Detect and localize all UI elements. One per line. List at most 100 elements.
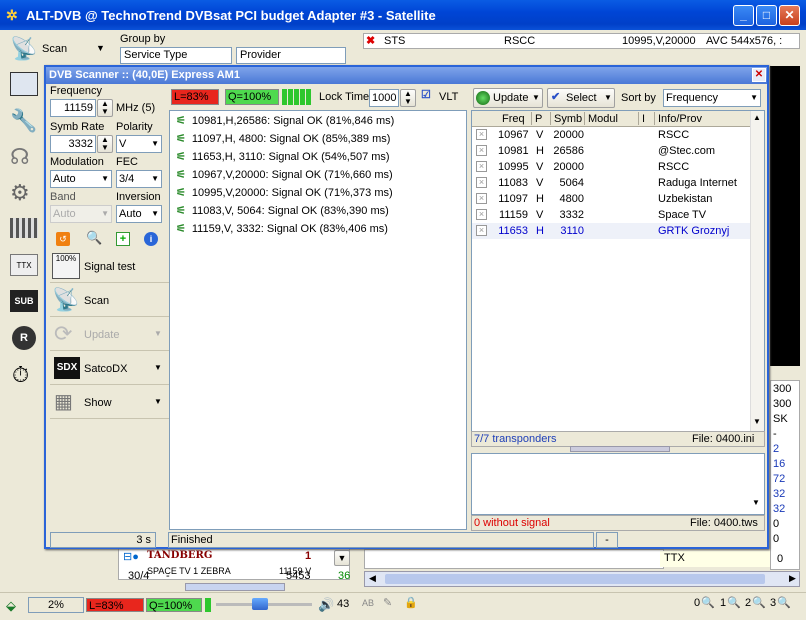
scan-result-item[interactable]: ⚟ 11653,H, 3110: Signal OK (54%,507 ms) [176,149,390,165]
group-by-select[interactable]: Service Type [120,47,232,64]
scroll-thumb[interactable] [385,574,765,584]
zoom-icon[interactable]: 🔍 [727,596,741,609]
band-select[interactable]: Auto ▼ [50,205,112,223]
maximize-button[interactable]: □ [756,5,777,26]
show-button[interactable]: ▦ Show ▼ [50,387,170,419]
column-header[interactable]: Modul [588,113,618,125]
column-divider[interactable] [584,112,585,125]
lock-time-spinner[interactable]: ▲ ▼ [400,89,416,107]
minimize-button[interactable]: _ [733,5,754,26]
column-divider[interactable] [638,112,639,125]
frequency-spinner[interactable]: ▲ ▼ [97,99,113,117]
scan-result-item[interactable]: ⚟ 10981,H,26586: Signal OK (81%,846 ms) [176,113,394,129]
lock-icon[interactable]: 🔒 [404,596,418,609]
zoom-icon[interactable]: 🔍 [752,596,766,609]
update-button[interactable]: ⟳ Update ▼ [50,319,170,351]
monitor-icon[interactable] [10,72,38,96]
scan-result-item[interactable]: ⚟ 11097,H, 4800: Signal OK (85%,389 ms) [176,131,390,147]
search-icon[interactable]: 🔍 [86,230,102,246]
scan-results-list[interactable]: ⚟ 10981,H,26586: Signal OK (81%,846 ms) ⚟ 1… [169,110,467,530]
epg-icon[interactable] [10,218,38,238]
column-divider[interactable] [531,112,532,125]
table-vscroll[interactable]: ▲ ▼ [750,111,764,431]
lock-time-input[interactable] [369,89,399,107]
symb-rate-input[interactable] [50,135,96,153]
row-checkbox[interactable]: × [476,145,487,156]
zoom-icon[interactable]: 🔍 [777,596,791,609]
no-signal-list[interactable]: ▼ [471,453,765,515]
dialog-close-button[interactable]: ✕ [752,68,766,82]
gear-icon[interactable]: ⚙ [10,180,30,206]
row-checkbox[interactable]: × [476,161,487,172]
table-row[interactable]: × 10981 H 26586 @Stec.com [472,143,750,159]
close-icon[interactable]: ✖ [366,34,375,47]
close-button[interactable]: ✕ [779,5,800,26]
column-header[interactable]: Freq [502,113,525,125]
column-header[interactable]: Symb [554,113,582,125]
select-dropdown-button[interactable]: ✔ Select ▼ [547,88,615,108]
volume-icon[interactable]: 🔊 [318,597,334,613]
row-checkbox[interactable]: × [476,129,487,140]
vlt-checkbox[interactable]: ☑ [421,88,431,101]
signal-test-button[interactable]: 100% Signal test [50,251,170,283]
update-dropdown-button[interactable]: Update ▼ [473,88,543,108]
row-checkbox[interactable]: × [476,193,487,204]
group-by-select-2[interactable]: Provider [236,47,346,64]
expand-icon[interactable]: ⊟● [123,550,139,563]
satellite-dish-icon[interactable]: 📡 [10,36,37,62]
scan-menu-label[interactable]: Scan [42,43,67,55]
row-checkbox[interactable]: × [476,209,487,220]
row-checkbox[interactable]: × [476,177,487,188]
splitter-handle[interactable] [570,446,670,452]
column-divider[interactable] [550,112,551,125]
add-icon[interactable]: + [116,232,130,246]
scroll-down-icon[interactable]: ▼ [752,498,760,507]
record-icon[interactable]: R [12,326,36,350]
table-row[interactable]: × 11097 H 4800 Uzbekistan [472,191,750,207]
volume-slider-thumb[interactable] [252,598,268,610]
satcodx-button[interactable]: SDX SatcoDX ▼ [50,353,170,385]
column-header[interactable]: I [642,113,645,125]
row-checkbox[interactable]: × [476,225,487,236]
scroll-left-icon[interactable]: ◀ [369,573,376,584]
frequency-input[interactable] [50,99,96,117]
table-row[interactable]: × 10967 V 20000 RSCC [472,127,750,143]
scan-result-item[interactable]: ⚟ 10995,V,20000: Signal OK (71%,373 ms) [176,185,393,201]
scan-result-item[interactable]: ⚟ 11159,V, 3332: Signal OK (83%,406 ms) [176,221,388,237]
modulation-select[interactable]: Auto ▼ [50,170,112,188]
inversion-select[interactable]: Auto ▼ [116,205,162,223]
info-icon[interactable]: i [144,232,158,246]
sts-label: STS [384,35,406,47]
table-row[interactable]: × 10995 V 20000 RSCC [472,159,750,175]
scan-result-item[interactable]: ⚟ 10967,V,20000: Signal OK (71%,660 ms) [176,167,393,183]
fec-select[interactable]: 3/4 ▼ [116,170,162,188]
timer-icon[interactable]: ⏱ [12,362,29,388]
table-row[interactable]: × 11159 V 3332 Space TV [472,207,750,223]
table-row[interactable]: × 11083 V 5064 Raduga Internet [472,175,750,191]
table-body: × 10967 V 20000 RSCC × 10981 H 26586 @Stec.com × 10… [472,127,750,431]
scan-result-item[interactable]: ⚟ 11083,V, 5064: Signal OK (83%,390 ms) [176,203,389,219]
teletext-icon[interactable]: TTX [10,254,38,276]
edit-icon[interactable]: ✎ [383,596,392,609]
symb-rate-spinner[interactable]: ▲ ▼ [97,135,113,153]
polarity-select[interactable]: V ▼ [116,135,162,153]
tools-icon[interactable]: 🔧 [10,108,37,134]
scan-button[interactable]: 📡 Scan [50,285,170,317]
sort-by-select[interactable]: Frequency ▼ [663,89,761,107]
subtitles-icon[interactable]: SUB [10,290,38,312]
modulation-value: Auto [53,173,76,185]
bg-hscroll-2[interactable]: ◀ ▶ [364,571,800,587]
scroll-up-icon[interactable]: ▲ [753,113,761,122]
scroll-down-icon[interactable]: ▼ [753,417,761,426]
zoom-icon[interactable]: 🔍 [701,596,715,609]
antenna-icon[interactable]: ☊ [10,144,30,170]
column-header[interactable]: P [535,113,542,125]
bg-hscroll[interactable] [185,583,285,591]
column-divider[interactable] [654,112,655,125]
channel-list-scroll-button[interactable]: ▼ [334,550,350,566]
table-row[interactable]: × 11653 H 3110 GRTK Groznyj [472,223,750,239]
chevron-down-icon[interactable]: ▼ [96,43,105,53]
scroll-right-icon[interactable]: ▶ [789,573,796,584]
column-header[interactable]: Info/Prov [658,113,702,125]
reload-icon[interactable]: ↺ [56,232,70,246]
